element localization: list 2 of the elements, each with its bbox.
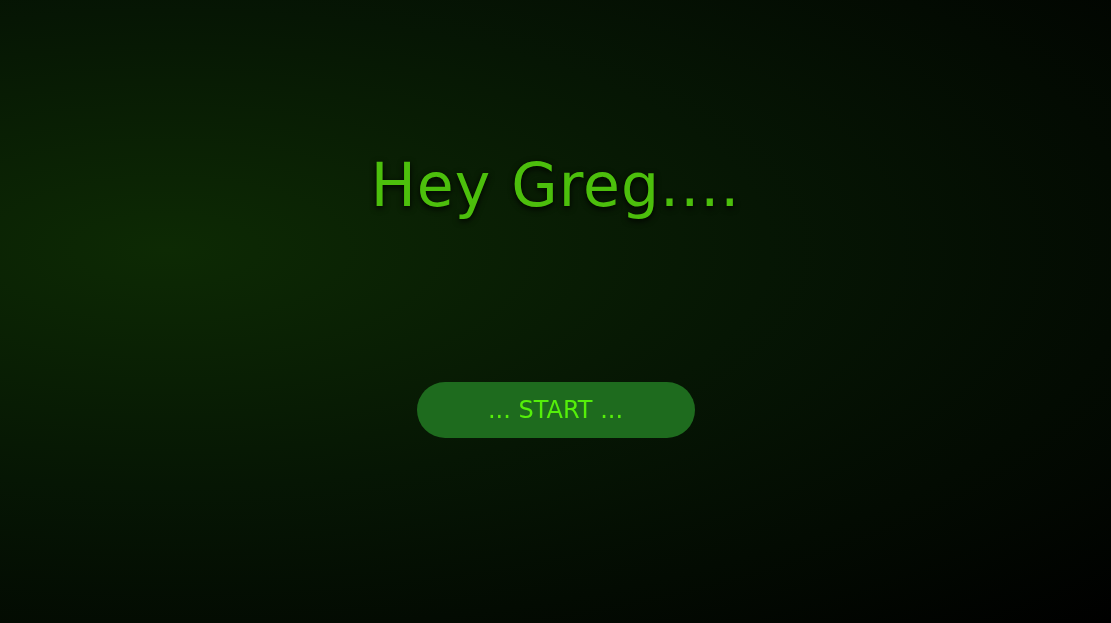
start-button[interactable]: ... START ...: [416, 382, 695, 438]
greeting-heading: Hey Greg....: [370, 152, 741, 218]
